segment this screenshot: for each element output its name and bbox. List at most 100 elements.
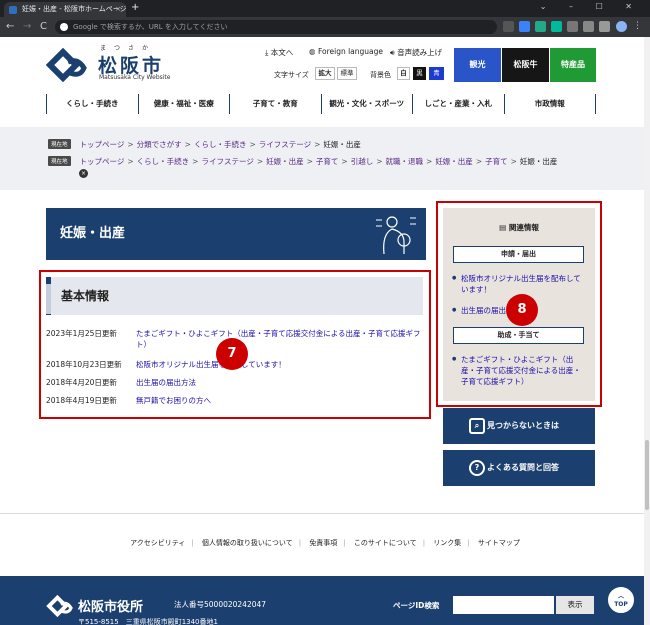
breadcrumb-link[interactable]: 分類でさがす: [137, 140, 182, 149]
footer-link[interactable]: 個人情報の取り扱いについて: [202, 539, 293, 547]
footer-link[interactable]: リンク集: [433, 539, 461, 547]
address-placeholder: Google で検索するか、URL を入力してください: [73, 23, 228, 31]
breadcrumb-link[interactable]: くらし・手続き: [194, 140, 247, 149]
browser-tab-bar: 妊娠・出産 - 松阪市ホームページ × + ⌄ – ☐ ✕: [0, 0, 650, 17]
gnav-living[interactable]: くらし・手続き: [46, 94, 138, 114]
bg-color-label: 背景色: [370, 71, 391, 79]
font-size-large-button[interactable]: 拡大: [315, 67, 335, 80]
tab-title: 妊娠・出産 - 松阪市ホームページ: [22, 5, 126, 13]
extension-icon[interactable]: [535, 21, 546, 32]
gnav-health[interactable]: 健康・福祉・医療: [137, 94, 230, 114]
sidepanel-icon[interactable]: [599, 21, 610, 32]
footer-link[interactable]: サイトマップ: [478, 539, 520, 547]
bg-blue-button[interactable]: 青: [429, 67, 444, 80]
breadcrumb-badge: 現在地: [48, 156, 71, 166]
banner-matsusaka-beef[interactable]: 松阪牛: [502, 48, 549, 82]
callout-number-7: 7: [216, 338, 248, 370]
breadcrumb-link[interactable]: トップページ: [80, 140, 125, 149]
scrollbar-thumb[interactable]: [645, 440, 649, 510]
breadcrumb-link[interactable]: ライフステージ: [201, 157, 253, 166]
bg-black-button[interactable]: 黒: [413, 67, 426, 80]
profile-avatar-icon[interactable]: [616, 21, 627, 32]
breadcrumb-badge: 現在地: [48, 139, 71, 149]
footer-divider: [0, 513, 650, 514]
browser-toolbar: ← → C Google で検索するか、URL を入力してください ⋮: [0, 17, 650, 37]
footer-link[interactable]: アクセシビリティ: [130, 539, 185, 547]
breadcrumb-link[interactable]: 子育て: [485, 157, 508, 166]
faq-button[interactable]: ? よくある質問と回答: [443, 450, 595, 486]
back-to-top-button[interactable]: ︿ TOP: [606, 585, 636, 615]
breadcrumb-link[interactable]: トップページ: [80, 157, 125, 166]
news-link[interactable]: 出生届の届出方法: [136, 377, 426, 388]
breadcrumb-link[interactable]: ライフステージ: [259, 140, 311, 149]
read-aloud-link[interactable]: 🔊︎ 音声読み上げ: [390, 47, 442, 58]
corporate-number: 法人番号5000020242047: [174, 600, 267, 609]
breadcrumb-link[interactable]: くらし・手続き: [137, 157, 190, 166]
footer-links: アクセシビリティ | 個人情報の取り扱いについて | 免責事項 | このサイトについて…: [130, 539, 520, 547]
city-logo-icon[interactable]: [46, 48, 88, 82]
question-icon: ?: [469, 460, 485, 476]
page-id-input[interactable]: [453, 596, 554, 614]
puzzle-icon[interactable]: [583, 21, 594, 32]
menu-kebab-icon[interactable]: ⋮: [633, 21, 644, 32]
mother-baby-illustration-icon: [376, 216, 416, 255]
extension-icon[interactable]: [551, 21, 562, 32]
news-link[interactable]: たまごギフト・ひよこギフト（出産・子育て応援交付金による出産・子育て応援ギフト）: [136, 328, 426, 350]
not-found-button[interactable]: ⌕ 見つからないときは: [443, 408, 595, 444]
gnav-city-info[interactable]: 市政情報: [503, 94, 596, 114]
city-hall-address: 〒515-8515 三重県松阪市殿町1340番地1: [78, 618, 218, 625]
bg-white-button[interactable]: 白: [397, 67, 410, 80]
text-only-link[interactable]: ⤓ 本文へ: [265, 47, 293, 58]
breadcrumb-current: 妊娠・出産: [519, 157, 558, 166]
breadcrumb: 現在地 トップページ > 分類でさがす > くらし・手続き > ライフステージ > 妊娠・出産: [48, 139, 361, 150]
search-icon: ⌕: [469, 418, 485, 434]
new-tab-icon[interactable]: +: [131, 2, 139, 14]
footer-link[interactable]: 免責事項: [309, 539, 337, 547]
breadcrumb-link[interactable]: 妊娠・出産: [435, 157, 473, 166]
page-id-label: ページID検索: [393, 601, 440, 610]
news-date: 2018年10月23日更新: [46, 360, 122, 369]
gnav-childcare[interactable]: 子育て・教育: [229, 94, 321, 114]
banner-tourism[interactable]: 観光: [454, 48, 501, 82]
breadcrumb-link[interactable]: 子育て: [316, 157, 339, 166]
breadcrumb-current: 妊娠・出産: [323, 140, 361, 149]
news-link[interactable]: 松阪市オリジナル出生届を配布しています！: [136, 359, 426, 370]
global-navigation: くらし・手続き 健康・福祉・医療 子育て・教育 観光・文化・スポーツ しごと・産…: [46, 94, 596, 114]
globe-icon: ◍: [309, 47, 318, 56]
gnav-tourism[interactable]: 観光・文化・スポーツ: [320, 94, 413, 114]
page-title: 妊娠・出産: [60, 226, 126, 241]
forward-arrow-icon[interactable]: →: [23, 20, 31, 33]
city-hall-name: 松阪市役所: [78, 600, 144, 615]
site-logo-english: Matsusaka City Website: [99, 74, 171, 81]
page-title-banner: 妊娠・出産: [46, 208, 426, 260]
callout-number-8: 8: [506, 294, 538, 326]
browser-tab[interactable]: 妊娠・出産 - 松阪市ホームページ ×: [4, 2, 126, 17]
breadcrumb-link[interactable]: 妊娠・出産: [266, 157, 304, 166]
back-arrow-icon[interactable]: ←: [6, 20, 14, 33]
chevron-up-icon: ︿: [617, 593, 624, 600]
breadcrumb: 現在地 トップページ > くらし・手続き > ライフステージ > 妊娠・出産 > 子育て > 引越し >…: [48, 156, 557, 167]
foreign-language-link[interactable]: ◍ Foreign language: [309, 47, 383, 56]
tab-close-icon[interactable]: ×: [115, 2, 121, 17]
extension-icon[interactable]: [503, 21, 514, 32]
extension-icon[interactable]: [519, 21, 530, 32]
page-scrollbar[interactable]: [644, 37, 650, 625]
news-date: 2023年1月25日更新: [46, 329, 117, 338]
window-controls-icon[interactable]: ⌄ – ☐ ✕: [540, 2, 642, 11]
site-footer: 松阪市役所 法人番号5000020242047 〒515-8515 三重県松阪市…: [0, 576, 650, 625]
banner-specialty[interactable]: 特産品: [550, 48, 596, 82]
extension-icon[interactable]: [567, 21, 578, 32]
breadcrumb-link[interactable]: 引越し: [351, 157, 374, 166]
section-heading: 基本情報: [46, 277, 423, 315]
close-icon[interactable]: ×: [79, 169, 88, 178]
site-favicon-icon: [9, 6, 17, 14]
footer-link[interactable]: このサイトについて: [354, 539, 417, 547]
reload-icon[interactable]: C: [40, 20, 47, 33]
news-link[interactable]: 無戸籍でお困りの方へ: [136, 395, 426, 406]
address-bar[interactable]: Google で検索するか、URL を入力してください: [55, 20, 497, 34]
font-size-normal-button[interactable]: 標準: [337, 67, 357, 80]
breadcrumb-link[interactable]: 就職・退職: [386, 157, 424, 166]
page-id-search-button[interactable]: 表示: [556, 596, 594, 614]
gnav-business[interactable]: しごと・産業・入札: [412, 94, 504, 114]
google-icon: [60, 23, 68, 31]
